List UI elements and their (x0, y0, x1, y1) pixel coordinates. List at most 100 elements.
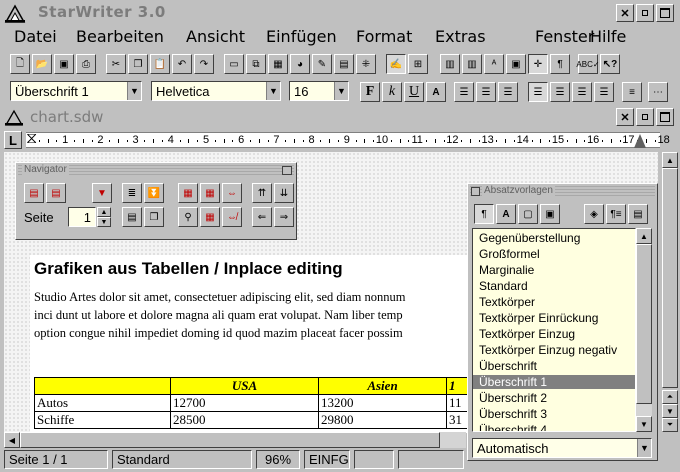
styles-scrollbar[interactable]: ▲ ▼ (636, 228, 652, 432)
new-style-icon[interactable]: ¶≡ (606, 204, 626, 224)
font-size-combo[interactable]: 16 ▼ (289, 81, 349, 101)
close-icon[interactable]: ✕ (616, 4, 634, 22)
menu-ansicht[interactable]: Ansicht (186, 27, 245, 46)
navigator-title-bar[interactable]: Navigator (18, 164, 294, 177)
navigator-drag-mode-icon[interactable]: ▼ (92, 183, 112, 203)
table-cell[interactable]: Autos (34, 394, 171, 412)
bold-icon[interactable]: F (360, 82, 380, 102)
chevron-down-icon[interactable]: ▼ (127, 82, 141, 100)
scroll-left-icon[interactable]: ◀ (4, 432, 20, 448)
navigator-mark-icon[interactable]: ▦ (200, 207, 220, 227)
navigator-list-icon[interactable]: ▤ (24, 183, 44, 203)
document-page[interactable]: Grafiken aus Tabellen / Inplace editing … (30, 255, 494, 433)
navigator-up-icon[interactable]: ⇈ (252, 183, 272, 203)
paragraph-styles-icon[interactable]: ¶ (474, 204, 494, 224)
save-icon[interactable]: ▣ (54, 54, 74, 74)
scroll-up-icon[interactable]: ▲ (662, 152, 678, 168)
spin-up-icon[interactable]: ▲ (97, 207, 111, 217)
underline-icon[interactable]: U (404, 82, 424, 102)
page-columns-icon[interactable]: ▥ (462, 54, 482, 74)
style-item[interactable]: Großformel (479, 247, 540, 261)
navigator-expand-icon[interactable]: ⇔ (222, 183, 242, 203)
justify-center-icon[interactable]: ☰ (550, 82, 570, 102)
navigator-down-icon[interactable]: ⇊ (274, 183, 294, 203)
paste-icon[interactable]: 📋 (150, 54, 170, 74)
cut-icon[interactable]: ✂ (106, 54, 126, 74)
table-cell[interactable]: 13200 (318, 394, 447, 412)
menu-fenster[interactable]: Fenster (535, 27, 594, 46)
scroll-page-up-icon[interactable]: ⏶ (662, 390, 678, 404)
fill-format-icon[interactable]: ◈ (584, 204, 604, 224)
chart-icon[interactable]: ◕ (290, 54, 310, 74)
new-document-icon[interactable]: 🗋 (10, 54, 30, 74)
style-item[interactable]: Überschrift (479, 359, 537, 373)
navigator-footer-icon[interactable]: ⏬ (144, 183, 164, 203)
document-vertical-scrollbar[interactable]: ▲ ⏶ ▼ ⏷ (660, 152, 680, 432)
horizontal-ruler[interactable]: L 1 2 3 4 5 6 7 8 9 10 11 12 13 14 15 16 17 18 ⧖ (0, 128, 680, 152)
spellcheck-auto-icon[interactable]: ᴬ (484, 54, 504, 74)
navigator-content-icon[interactable]: ▤ (46, 183, 66, 203)
more-tools-icon[interactable]: ⋯ (648, 82, 668, 102)
navigator-collapse-icon[interactable]: ⇎ (222, 207, 242, 227)
crosshair-icon[interactable]: ✛ (528, 54, 548, 74)
document-horizontal-scrollbar[interactable]: ◀ (4, 432, 466, 448)
style-item-selected[interactable]: Überschrift 1 (473, 375, 635, 389)
columns-icon[interactable]: ▥ (440, 54, 460, 74)
style-item[interactable]: Überschrift 3 (479, 407, 547, 421)
status-mode[interactable]: EINFG (304, 450, 350, 469)
close-icon[interactable]: ✕ (616, 108, 634, 126)
table-cell[interactable]: 29800 (318, 411, 447, 429)
scroll-page-down-icon[interactable]: ⏷ (662, 418, 678, 432)
table-cell[interactable]: 12700 (170, 394, 319, 412)
navigator-reminder-icon[interactable]: ▦ (200, 183, 220, 203)
menu-format[interactable]: Format (356, 27, 412, 46)
menu-datei[interactable]: Datei (14, 27, 57, 46)
align-center-icon[interactable]: ☰ (476, 82, 496, 102)
close-icon[interactable] (471, 187, 480, 196)
navigator-left-icon[interactable]: ⇐ (252, 207, 272, 227)
style-item[interactable]: Textkörper Einzug negativ (479, 343, 617, 357)
minimize-button[interactable] (636, 4, 654, 22)
font-name-combo[interactable]: Helvetica ▼ (151, 81, 281, 101)
justify-right-icon[interactable]: ☰ (572, 82, 592, 102)
spellcheck-icon[interactable]: ABC✓ (576, 54, 600, 74)
maximize-button[interactable] (656, 4, 674, 22)
insert-object-icon[interactable]: ⧉ (246, 54, 266, 74)
frame-styles-icon[interactable]: ▢ (518, 204, 538, 224)
frame-icon[interactable]: ▭ (224, 54, 244, 74)
style-item[interactable]: Überschrift 4 (479, 423, 547, 431)
style-item[interactable]: Marginalie (479, 263, 534, 277)
style-item[interactable]: Überschrift 2 (479, 391, 547, 405)
open-folder-icon[interactable]: 📂 (32, 54, 52, 74)
navigator-clip-icon[interactable]: ⚲ (178, 207, 198, 227)
justify-full-icon[interactable]: ☰ (594, 82, 614, 102)
right-margin-marker[interactable] (634, 134, 646, 148)
chevron-down-icon[interactable]: ▼ (334, 82, 348, 100)
paragraph-style-combo[interactable]: Überschrift 1 ▼ (10, 81, 142, 101)
formatting-marks-icon[interactable]: ¶ (550, 54, 570, 74)
style-item[interactable]: Textkörper Einzug (479, 327, 575, 341)
maximize-button[interactable] (656, 108, 674, 126)
draw-icon[interactable]: ✎ (312, 54, 332, 74)
image-icon[interactable]: ▤ (334, 54, 354, 74)
menu-hilfe[interactable]: Hilfe (590, 27, 626, 46)
style-item[interactable]: Standard (479, 279, 528, 293)
help-pointer-icon[interactable]: ↖? (600, 54, 620, 74)
edit-mode-icon[interactable]: ✍ (386, 54, 406, 74)
navigator-table-icon[interactable]: ▤ (122, 207, 142, 227)
spin-down-icon[interactable]: ▼ (97, 217, 111, 227)
table-cell[interactable]: 28500 (170, 411, 319, 429)
minimize-button[interactable] (636, 108, 654, 126)
copy-icon[interactable]: ❐ (128, 54, 148, 74)
page-view-icon[interactable]: ▣ (506, 54, 526, 74)
insert-field-icon[interactable]: ⊞ (408, 54, 428, 74)
menu-bearbeiten[interactable]: Bearbeiten (76, 27, 164, 46)
status-zoom[interactable]: 96% (256, 450, 300, 469)
scroll-thumb[interactable] (636, 244, 652, 404)
navigator-page-input[interactable]: 1 (68, 207, 96, 227)
update-style-icon[interactable]: ▤ (628, 204, 648, 224)
italic-icon[interactable]: k (382, 82, 402, 102)
navigator-right-icon[interactable]: ⇒ (274, 207, 294, 227)
redo-icon[interactable]: ↷ (194, 54, 214, 74)
navigator-header-icon[interactable]: ≣ (122, 183, 142, 203)
